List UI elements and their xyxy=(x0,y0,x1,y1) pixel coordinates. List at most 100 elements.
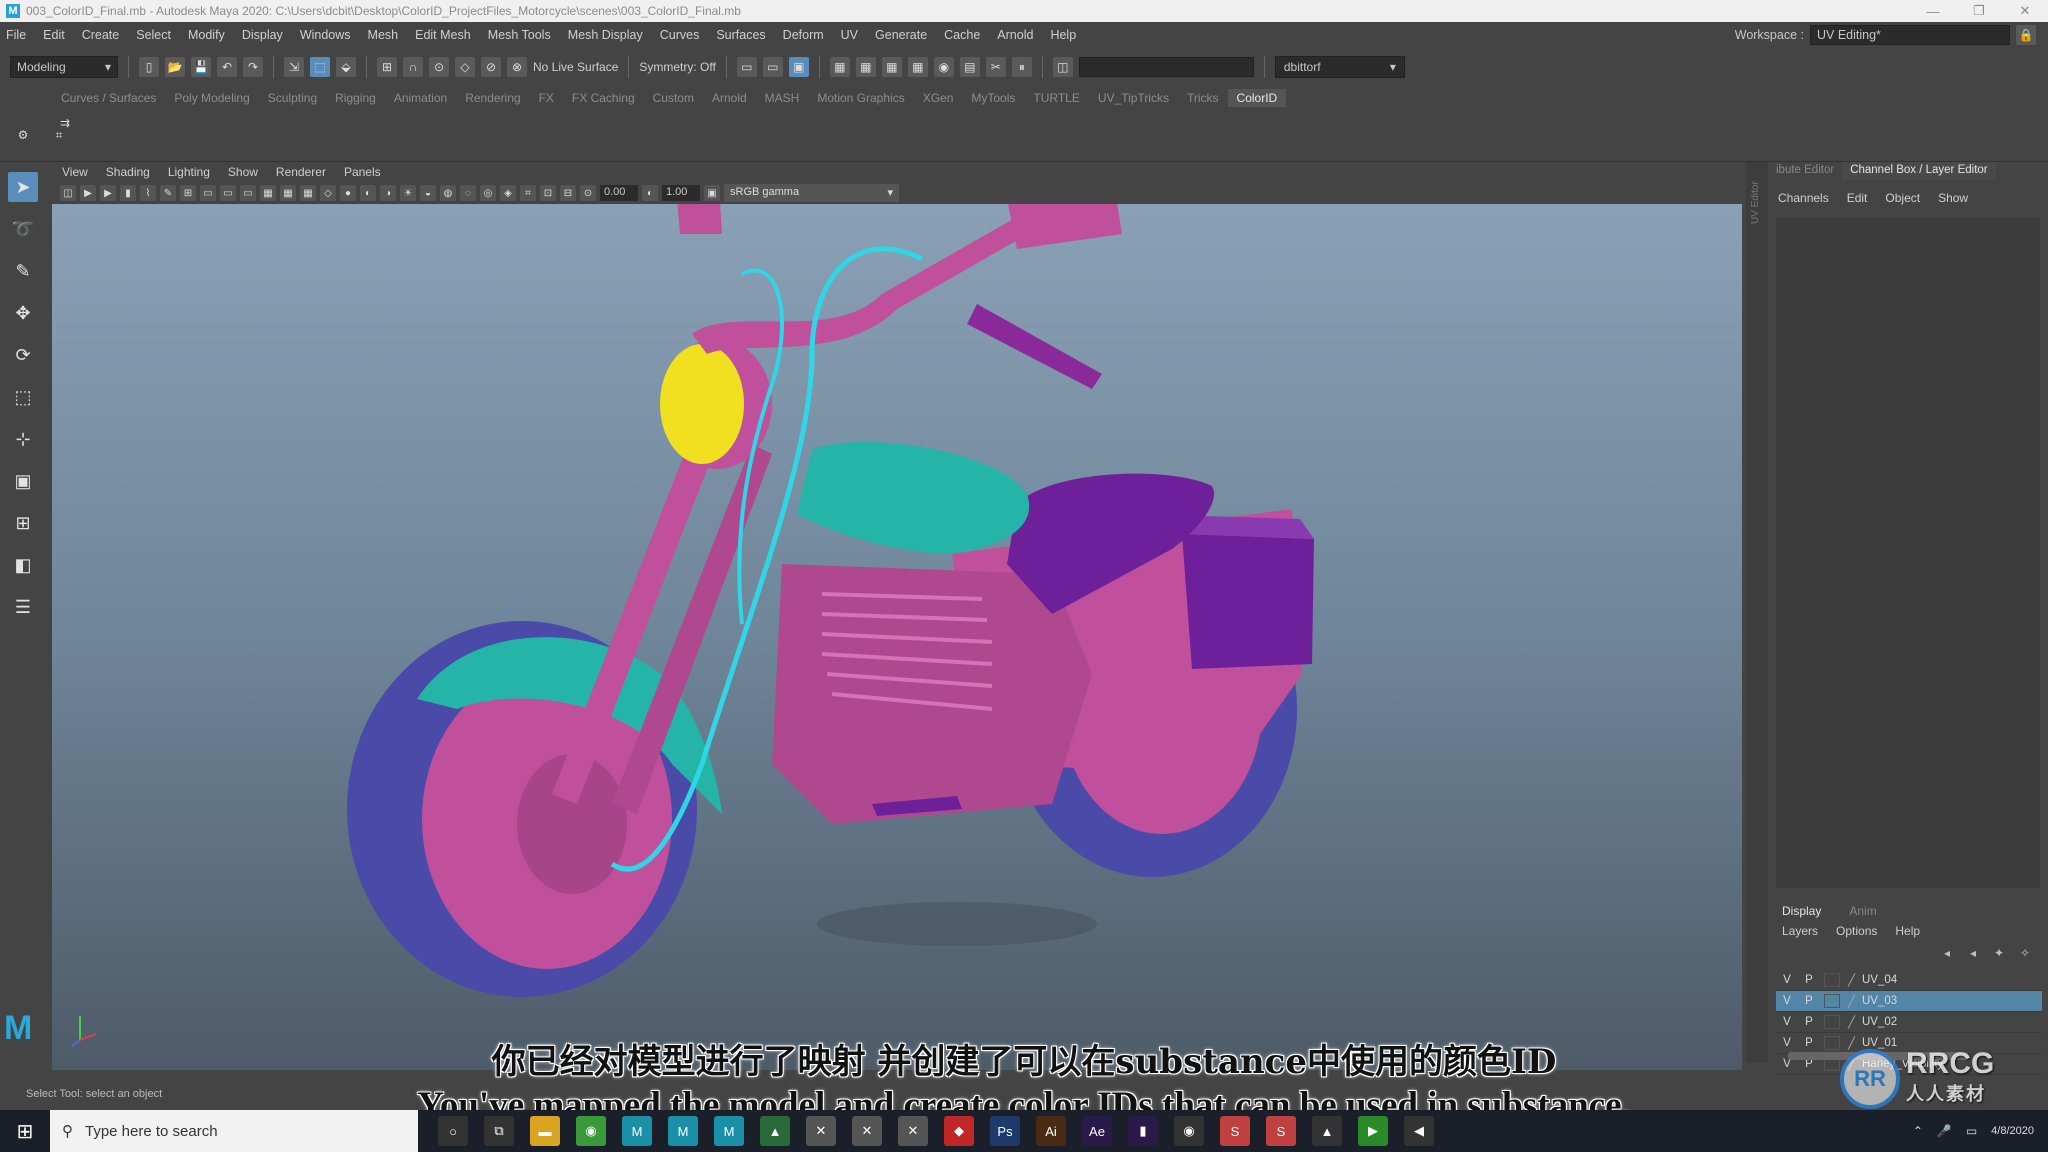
restore-icon[interactable]: ❐ xyxy=(1956,0,2002,22)
user-account-dropdown[interactable]: dbittorf ▾ xyxy=(1274,56,1405,78)
shelf-tab-fx-caching[interactable]: FX Caching xyxy=(563,89,644,107)
new-empty-layer-icon[interactable]: ✦ xyxy=(1992,946,2006,960)
exposure-icon[interactable]: ⊙ xyxy=(580,185,596,201)
resolution-gate-icon[interactable]: ▭ xyxy=(220,185,236,201)
task-view-icon[interactable]: ⧉ xyxy=(484,1116,514,1146)
viewport-menu-shading[interactable]: Shading xyxy=(106,165,150,179)
chrome-icon[interactable]: ◉ xyxy=(576,1116,606,1146)
tab-display-layers[interactable]: Display xyxy=(1768,902,1835,922)
viewport-menu-panels[interactable]: Panels xyxy=(344,165,381,179)
menu-uv[interactable]: UV xyxy=(841,28,858,42)
layer-menu-help[interactable]: Help xyxy=(1895,924,1920,938)
motion-blur-icon[interactable]: ◌ xyxy=(460,185,476,201)
antialiasing-icon[interactable]: ◎ xyxy=(480,185,496,201)
pause-render-icon[interactable]: ⏸ xyxy=(1011,57,1032,77)
safe-title-icon[interactable]: ▦ xyxy=(300,185,316,201)
app-icon[interactable]: ✕ xyxy=(806,1116,836,1146)
tray-up-icon[interactable]: ⌃ xyxy=(1913,1124,1923,1138)
view-transform-dropdown[interactable]: sRGB gamma ▾ xyxy=(724,184,899,202)
shelf-tab-mash[interactable]: MASH xyxy=(756,89,809,107)
menu-select[interactable]: Select xyxy=(136,28,171,42)
lock-icon[interactable]: 🔒 xyxy=(2016,25,2036,45)
shelf-tab-motion-graphics[interactable]: Motion Graphics xyxy=(808,89,913,107)
depth-of-field-icon[interactable]: ◈ xyxy=(500,185,516,201)
move-tool-icon[interactable]: ✥ xyxy=(8,298,38,328)
layer-row[interactable]: V P ╱ UV_02 xyxy=(1776,1012,2042,1033)
uv-editor-strip[interactable]: UV Editor xyxy=(1746,162,1768,1062)
minimize-icon[interactable]: — xyxy=(1910,0,1956,22)
show-manipulator-icon[interactable]: ⊹ xyxy=(8,424,38,454)
textured-icon[interactable]: ◑ xyxy=(380,185,396,201)
gamma-field[interactable]: 1.00 xyxy=(662,185,700,201)
shelf-tab-uv-tiptricks[interactable]: UV_TipTricks xyxy=(1089,89,1178,107)
wireframe-icon[interactable]: ◇ xyxy=(320,185,336,201)
render-settings-icon[interactable]: ▦ xyxy=(907,57,928,77)
ipr-render-icon[interactable]: ▦ xyxy=(881,57,902,77)
menu-help[interactable]: Help xyxy=(1050,28,1076,42)
render-view-icon[interactable]: ▦ xyxy=(829,57,850,77)
snap-grid-icon[interactable]: ⊞ xyxy=(377,57,397,77)
use-all-lights-icon[interactable]: ☀ xyxy=(400,185,416,201)
render-frame-icon[interactable]: ▦ xyxy=(855,57,876,77)
open-scene-icon[interactable]: 📂 xyxy=(165,57,185,77)
app-icon[interactable]: ◀ xyxy=(1404,1116,1434,1146)
shadows-icon[interactable]: ◒ xyxy=(420,185,436,201)
tab-attribute-editor[interactable]: ibute Editor xyxy=(1768,162,1842,180)
shelf-tab-colorid[interactable]: ColorID xyxy=(1227,89,1287,107)
app-icon[interactable]: ▮ xyxy=(1128,1116,1158,1146)
camera-attributes-icon[interactable]: ▶ xyxy=(80,185,96,201)
microphone-icon[interactable]: 🎤 xyxy=(1937,1124,1952,1138)
xray-joints-icon[interactable]: ⊟ xyxy=(560,185,576,201)
menu-mesh-display[interactable]: Mesh Display xyxy=(568,28,643,42)
layer-menu-options[interactable]: Options xyxy=(1836,924,1877,938)
snap-curve-icon[interactable]: ∩ xyxy=(403,57,423,77)
gate-mask-icon[interactable]: ▭ xyxy=(240,185,256,201)
new-layer-from-selection-icon[interactable]: ✧ xyxy=(2018,946,2032,960)
shelf-tab-fx[interactable]: FX xyxy=(530,89,563,107)
app-icon[interactable]: ▶ xyxy=(1358,1116,1388,1146)
menu-create[interactable]: Create xyxy=(82,28,120,42)
app-icon[interactable]: S xyxy=(1220,1116,1250,1146)
viewport-menu-view[interactable]: View xyxy=(62,165,88,179)
shelf-tab-xgen[interactable]: XGen xyxy=(914,89,963,107)
menu-set-dropdown[interactable]: Modeling ▾ xyxy=(10,56,118,78)
lasso-tool-icon[interactable]: ➰ xyxy=(8,214,38,244)
select-component-icon[interactable]: ⬙ xyxy=(336,57,356,77)
channel-menu-object[interactable]: Object xyxy=(1885,191,1920,205)
command-field[interactable] xyxy=(1078,57,1254,77)
shelf-settings-icon[interactable]: ⚙ xyxy=(14,126,32,144)
grid-icon[interactable]: ⊞ xyxy=(180,185,196,201)
menu-surfaces[interactable]: Surfaces xyxy=(716,28,765,42)
maya-taskbar-icon[interactable]: M xyxy=(622,1116,652,1146)
app-icon[interactable]: ◉ xyxy=(1174,1116,1204,1146)
grease-pencil-icon[interactable]: ✎ xyxy=(160,185,176,201)
menu-file[interactable]: File xyxy=(6,28,26,42)
file-explorer-icon[interactable]: ▬ xyxy=(530,1116,560,1146)
menu-cache[interactable]: Cache xyxy=(944,28,980,42)
wireframe-on-shaded-icon[interactable]: ◐ xyxy=(360,185,376,201)
layer-visibility-toggle[interactable]: V xyxy=(1776,1016,1798,1028)
taskbar-clock[interactable]: 4/8/2020 xyxy=(1991,1124,2034,1138)
menu-display[interactable]: Display xyxy=(242,28,283,42)
exposure-field[interactable]: 0.00 xyxy=(600,185,638,201)
shelf-item-icon[interactable]: ⌗ xyxy=(50,126,68,144)
shelf-tab-tricks[interactable]: Tricks xyxy=(1178,89,1228,107)
gamma-icon[interactable]: ◐ xyxy=(642,185,658,201)
xray-icon[interactable]: ⊡ xyxy=(540,185,556,201)
layer-menu-layers[interactable]: Layers xyxy=(1782,924,1818,938)
windows-start-icon[interactable]: ⊞ xyxy=(0,1110,50,1152)
app-icon[interactable]: S xyxy=(1266,1116,1296,1146)
film-gate-icon[interactable]: ▭ xyxy=(200,185,216,201)
2d-pan-icon[interactable]: ⌇ xyxy=(140,185,156,201)
menu-windows[interactable]: Windows xyxy=(300,28,351,42)
redo-icon[interactable]: ↷ xyxy=(243,57,263,77)
hypershade-icon[interactable]: ◉ xyxy=(933,57,954,77)
menu-mesh[interactable]: Mesh xyxy=(368,28,399,42)
snap-surface-icon[interactable]: ◇ xyxy=(455,57,475,77)
single-view-icon[interactable]: ▣ xyxy=(8,466,38,496)
shelf-tab-mytools[interactable]: MyTools xyxy=(962,89,1024,107)
menu-deform[interactable]: Deform xyxy=(783,28,824,42)
snap-point-icon[interactable]: ⊙ xyxy=(429,57,449,77)
network-icon[interactable]: ▭ xyxy=(1966,1124,1977,1138)
viewport-menu-renderer[interactable]: Renderer xyxy=(276,165,326,179)
